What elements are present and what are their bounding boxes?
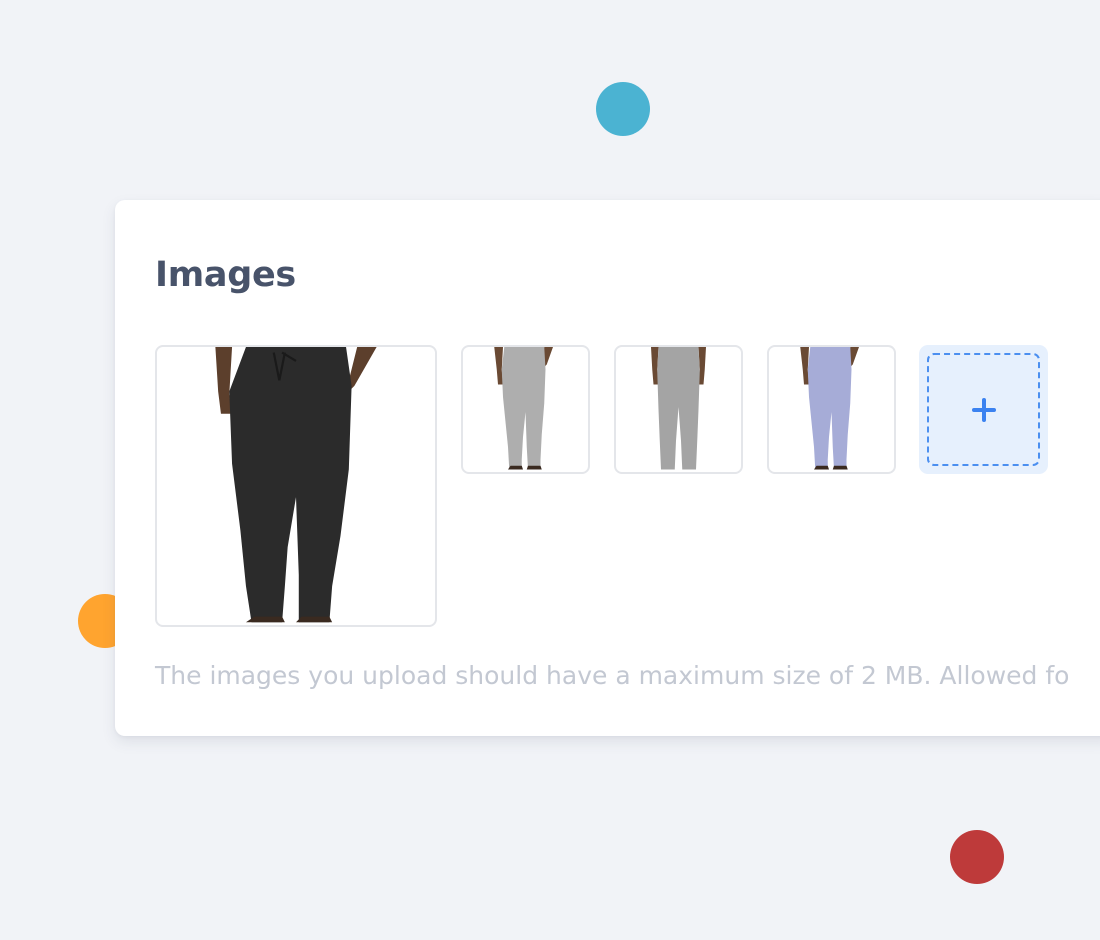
- image-thumbnail[interactable]: [461, 345, 590, 474]
- decorative-dot-red: [950, 830, 1004, 884]
- decorative-dot-blue: [596, 82, 650, 136]
- card-title: Images: [155, 255, 296, 295]
- pants-photo: [215, 347, 377, 623]
- pants-photo: [651, 347, 706, 470]
- image-thumbnail[interactable]: [614, 345, 743, 474]
- images-card: Images The images you upload should have…: [115, 200, 1100, 736]
- upload-hint: The images you upload should have a maxi…: [155, 661, 1070, 690]
- plus-icon: [971, 397, 996, 422]
- pants-photo: [800, 347, 859, 470]
- add-image-button[interactable]: [919, 345, 1048, 474]
- image-thumbnail-main[interactable]: [155, 345, 437, 627]
- pants-photo: [494, 347, 553, 470]
- image-thumbnail[interactable]: [767, 345, 896, 474]
